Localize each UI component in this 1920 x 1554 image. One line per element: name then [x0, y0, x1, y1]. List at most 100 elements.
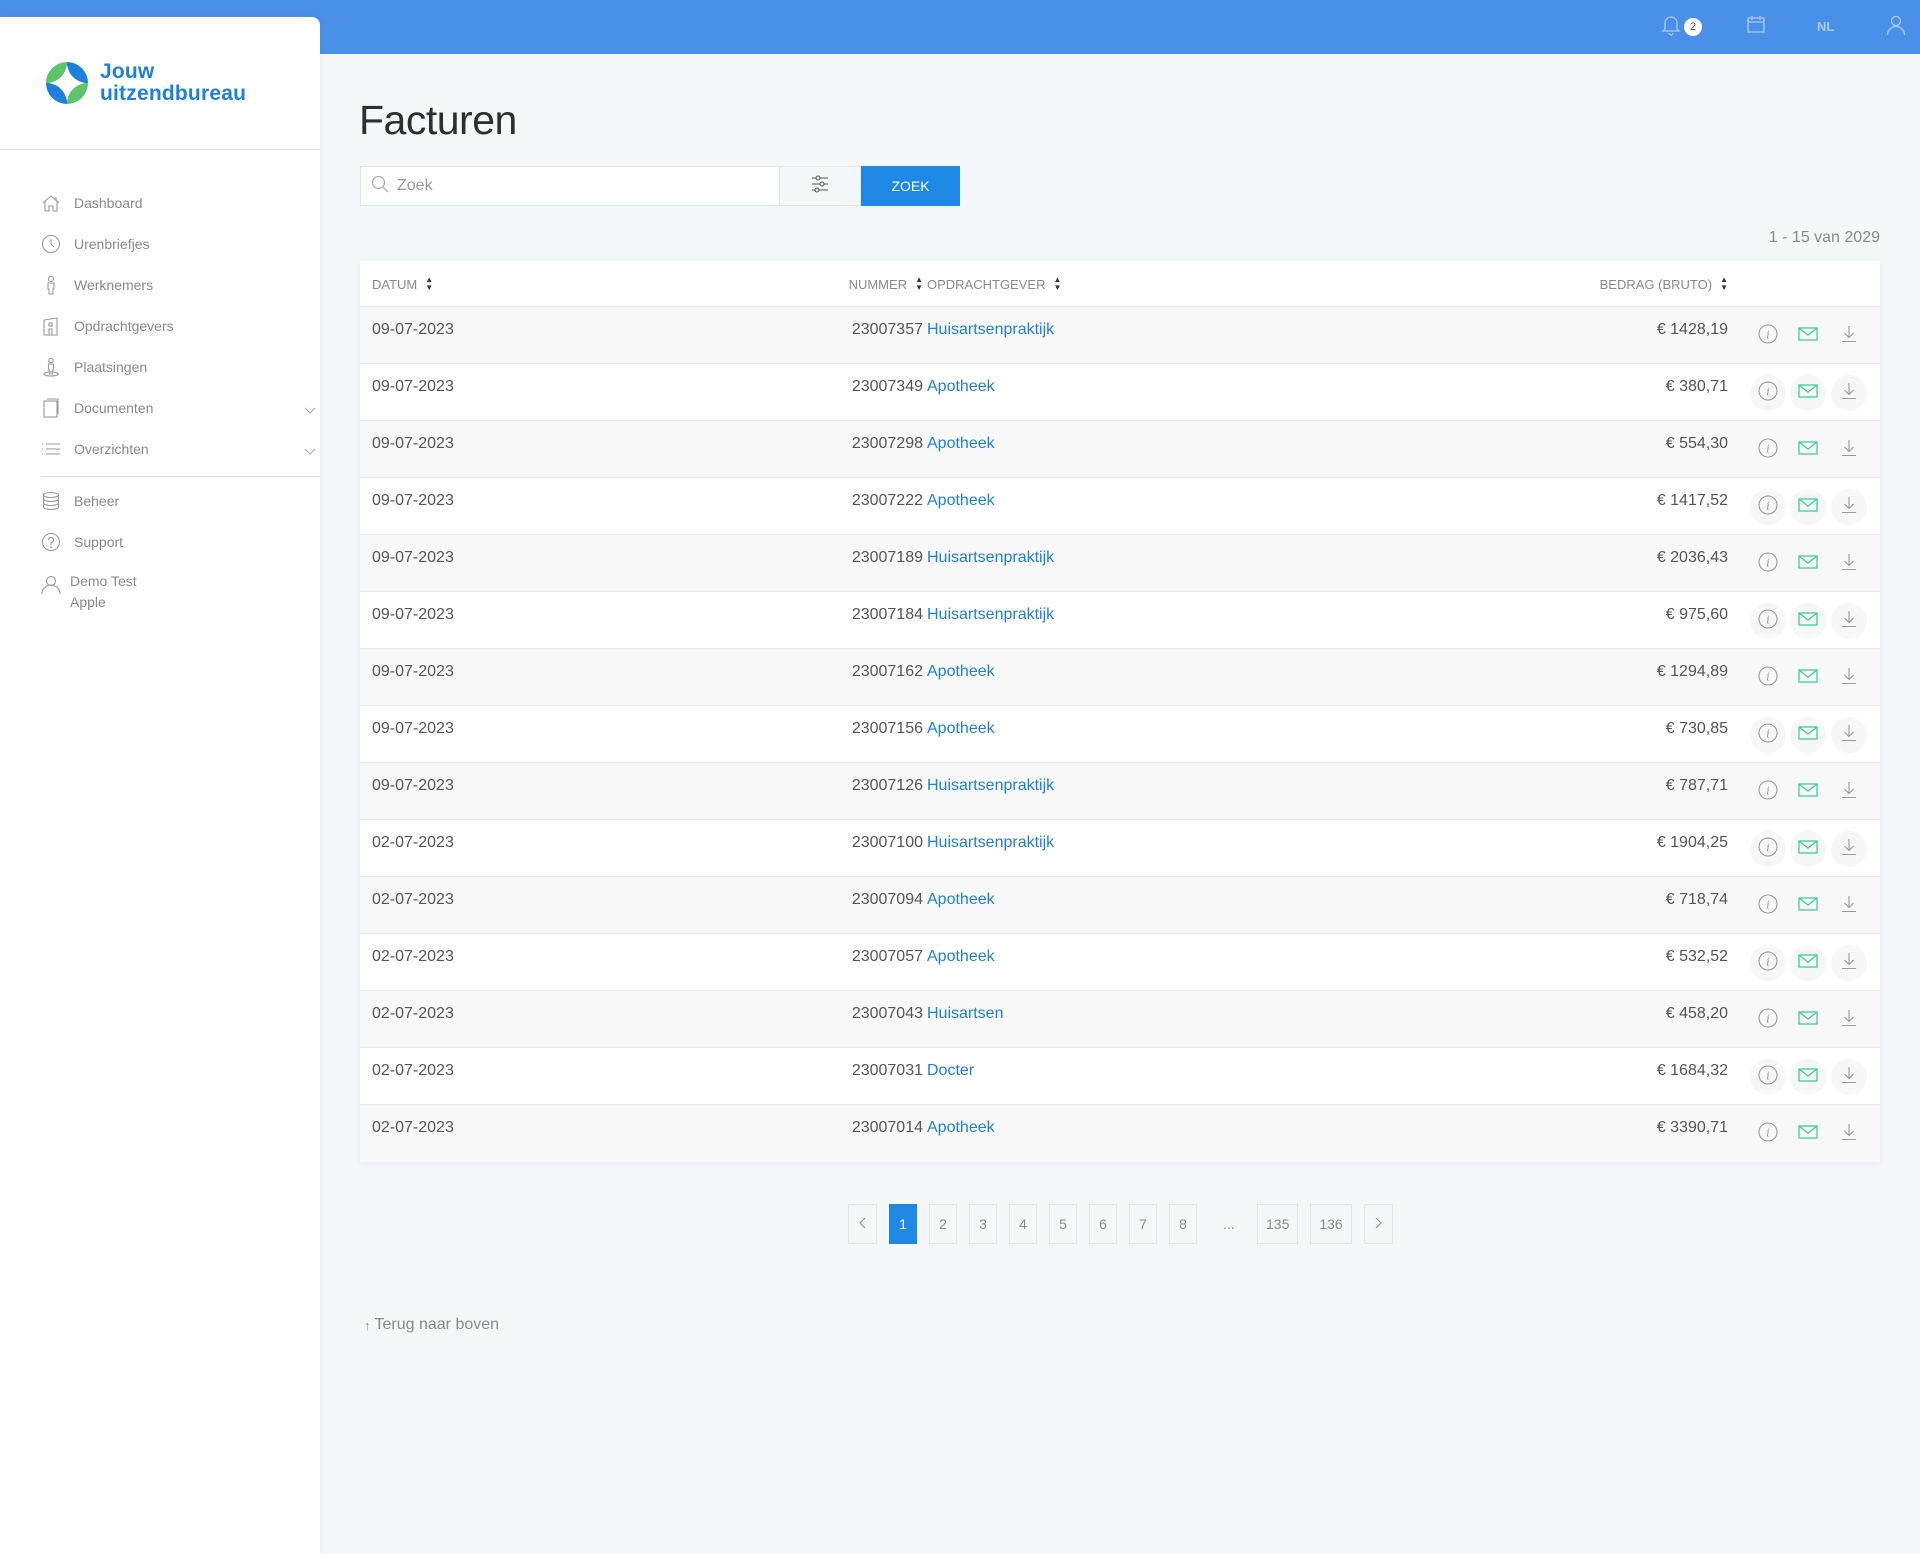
mail-button[interactable] [1790, 1116, 1826, 1152]
table-row[interactable]: 09-07-2023 23007184 Huisartsenpraktijk € 97… [360, 592, 1880, 649]
download-button[interactable] [1831, 945, 1867, 981]
brand-logo[interactable]: Jouw uitzendbureau [46, 61, 246, 105]
info-button[interactable]: i [1750, 318, 1786, 354]
sort-icon[interactable]: ▲ ▼ [915, 276, 923, 292]
mail-button[interactable] [1790, 546, 1826, 582]
info-button[interactable]: i [1750, 774, 1786, 810]
pagination-page-button[interactable]: 136 [1310, 1204, 1352, 1244]
search-field[interactable] [360, 166, 780, 206]
chevron-down-icon[interactable] [304, 402, 316, 420]
table-row[interactable]: 09-07-2023 23007357 Huisartsenpraktijk € 14… [360, 307, 1880, 364]
mail-button[interactable] [1790, 603, 1826, 639]
cell-client-link[interactable]: Apotheek [927, 663, 995, 681]
table-row[interactable]: 02-07-2023 23007057 Apotheek € 532,52 i [360, 934, 1880, 991]
column-header-datum[interactable]: DATUM ▲ ▼ [372, 261, 433, 307]
cell-client-link[interactable]: Apotheek [927, 492, 995, 510]
bell-icon[interactable] [1661, 14, 1681, 41]
mail-button[interactable] [1790, 432, 1826, 468]
sidebar-item-dashboard[interactable]: Dashboard [41, 188, 320, 218]
download-button[interactable] [1831, 888, 1867, 924]
mail-button[interactable] [1790, 831, 1826, 867]
cell-client-link[interactable]: Apotheek [927, 378, 995, 396]
download-button[interactable] [1831, 489, 1867, 525]
language-switch[interactable]: NL [1817, 19, 1834, 34]
mail-button[interactable] [1790, 774, 1826, 810]
download-button[interactable] [1831, 831, 1867, 867]
table-row[interactable]: 02-07-2023 23007043 Huisartsen € 458,20 i [360, 991, 1880, 1048]
back-to-top-link[interactable]: ↑ Terug naar boven [364, 1316, 499, 1334]
mail-button[interactable] [1790, 318, 1826, 354]
mail-button[interactable] [1790, 660, 1826, 696]
sort-icon[interactable]: ▲ ▼ [1053, 276, 1061, 292]
download-button[interactable] [1831, 774, 1867, 810]
mail-button[interactable] [1790, 1002, 1826, 1038]
table-row[interactable]: 09-07-2023 23007126 Huisartsenpraktijk € 78… [360, 763, 1880, 820]
sidebar-item-documenten[interactable]: Documenten [41, 393, 320, 423]
column-header-bedrag[interactable]: BEDRAG (BRUTO) ▲ ▼ [1600, 261, 1728, 307]
info-button[interactable]: i [1750, 375, 1786, 411]
sidebar-user[interactable]: Demo Test Apple [41, 573, 320, 619]
sidebar-item-beheer[interactable]: Beheer [41, 486, 320, 516]
sidebar-item-urenbriefjes[interactable]: Urenbriefjes [41, 229, 320, 259]
info-button[interactable]: i [1750, 660, 1786, 696]
pagination-page-button[interactable]: 6 [1089, 1204, 1117, 1244]
calendar-icon[interactable] [1746, 14, 1766, 39]
info-button[interactable]: i [1750, 717, 1786, 753]
pagination-page-button[interactable]: 8 [1169, 1204, 1197, 1244]
mail-button[interactable] [1790, 945, 1826, 981]
info-button[interactable]: i [1750, 945, 1786, 981]
table-row[interactable]: 09-07-2023 23007189 Huisartsenpraktijk € 20… [360, 535, 1880, 592]
info-button[interactable]: i [1750, 546, 1786, 582]
search-input[interactable] [397, 177, 757, 195]
cell-client-link[interactable]: Huisartsenpraktijk [927, 834, 1054, 852]
column-header-nummer[interactable]: NUMMER ▲ ▼ [849, 261, 923, 307]
download-button[interactable] [1831, 1002, 1867, 1038]
table-row[interactable]: 09-07-2023 23007349 Apotheek € 380,71 i [360, 364, 1880, 421]
table-row[interactable]: 02-07-2023 23007094 Apotheek € 718,74 i [360, 877, 1880, 934]
cell-client-link[interactable]: Apotheek [927, 948, 995, 966]
cell-client-link[interactable]: Huisartsenpraktijk [927, 777, 1054, 795]
info-button[interactable]: i [1750, 489, 1786, 525]
pagination-page-button[interactable]: 5 [1049, 1204, 1077, 1244]
mail-button[interactable] [1790, 375, 1826, 411]
download-button[interactable] [1831, 603, 1867, 639]
mail-button[interactable] [1790, 717, 1826, 753]
download-button[interactable] [1831, 717, 1867, 753]
table-row[interactable]: 09-07-2023 23007162 Apotheek € 1294,89 i [360, 649, 1880, 706]
user-icon[interactable] [1886, 14, 1906, 41]
download-button[interactable] [1831, 546, 1867, 582]
download-button[interactable] [1831, 660, 1867, 696]
search-button[interactable]: ZOEK [861, 166, 960, 206]
pagination-page-button[interactable]: 3 [969, 1204, 997, 1244]
pagination-page-button[interactable]: 1 [889, 1204, 917, 1244]
download-button[interactable] [1831, 375, 1867, 411]
cell-client-link[interactable]: Huisartsenpraktijk [927, 606, 1054, 624]
filter-button[interactable] [780, 166, 861, 206]
table-row[interactable]: 09-07-2023 23007156 Apotheek € 730,85 i [360, 706, 1880, 763]
cell-client-link[interactable]: Huisartsenpraktijk [927, 549, 1054, 567]
pagination-page-button[interactable]: 7 [1129, 1204, 1157, 1244]
info-button[interactable]: i [1750, 1059, 1786, 1095]
pagination-next-button[interactable] [1363, 1204, 1393, 1244]
sidebar-item-plaatsingen[interactable]: Plaatsingen [41, 352, 320, 382]
cell-client-link[interactable]: Apotheek [927, 720, 995, 738]
info-button[interactable]: i [1750, 1002, 1786, 1038]
info-button[interactable]: i [1750, 1116, 1786, 1152]
table-row[interactable]: 09-07-2023 23007298 Apotheek € 554,30 i [360, 421, 1880, 478]
table-row[interactable]: 02-07-2023 23007100 Huisartsenpraktijk € 19… [360, 820, 1880, 877]
info-button[interactable]: i [1750, 432, 1786, 468]
download-button[interactable] [1831, 432, 1867, 468]
pagination-page-button[interactable]: 2 [929, 1204, 957, 1244]
cell-client-link[interactable]: Apotheek [927, 435, 995, 453]
sidebar-item-overzichten[interactable]: Overzichten [41, 434, 320, 464]
info-button[interactable]: i [1750, 831, 1786, 867]
cell-client-link[interactable]: Docter [927, 1062, 974, 1080]
sort-icon[interactable]: ▲ ▼ [1720, 276, 1728, 292]
mail-button[interactable] [1790, 1059, 1826, 1095]
column-header-opdrachtgever[interactable]: OPDRACHTGEVER ▲ ▼ [927, 261, 1061, 307]
cell-client-link[interactable]: Apotheek [927, 891, 995, 909]
sidebar-item-support[interactable]: Support [41, 527, 320, 557]
table-row[interactable]: 02-07-2023 23007014 Apotheek € 3390,71 i [360, 1105, 1880, 1162]
mail-button[interactable] [1790, 888, 1826, 924]
cell-client-link[interactable]: Apotheek [927, 1119, 995, 1137]
